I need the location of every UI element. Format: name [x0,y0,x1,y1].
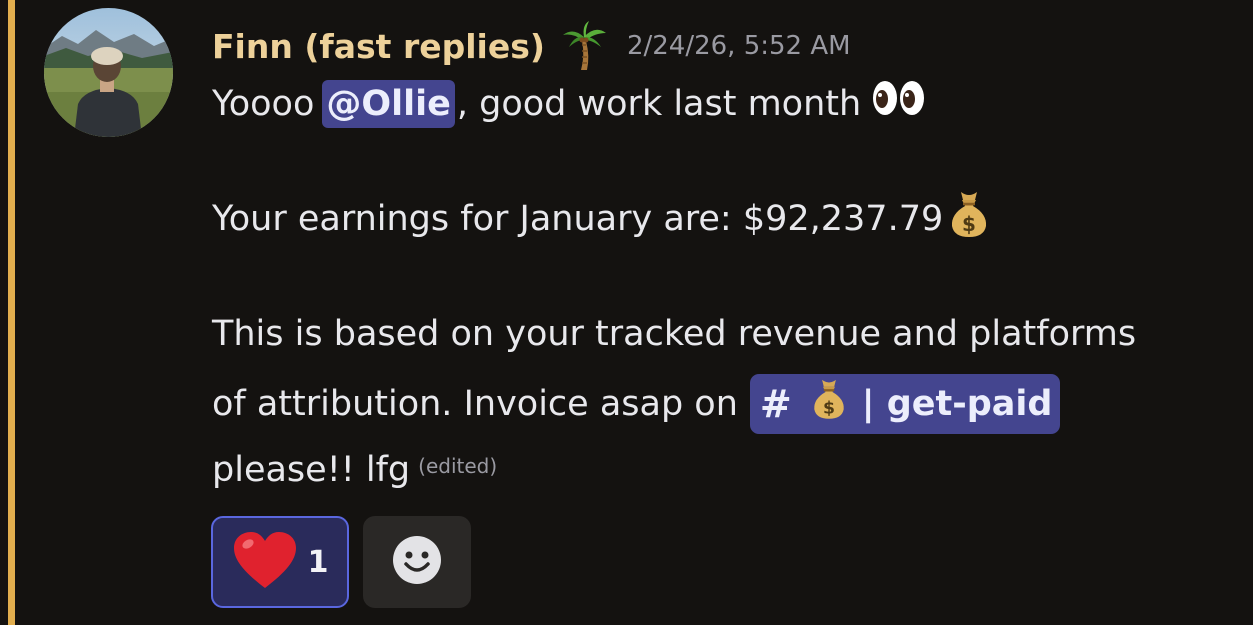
money-bag-icon: $ [810,376,848,433]
message-line: Yoooo @Ollie , good work last month [212,80,927,128]
message-timestamp[interactable]: 2/24/26, 5:52 AM [627,31,851,61]
svg-text:$: $ [962,212,976,236]
message-text: This is based on your tracked revenue an… [212,314,1137,354]
eyes-icon [871,78,927,131]
money-bag-icon: $ [947,188,991,251]
message-line: of attribution. Invoice asap on # $ | ge… [212,374,1061,434]
edited-label: (edited) [418,454,498,478]
message-text: Yoooo [212,84,315,124]
channel-name: | get-paid [861,384,1053,424]
chat-message: Finn (fast replies) 2/24/26, 5:52 AM Yoo… [0,0,1253,625]
message-header: Finn (fast replies) 2/24/26, 5:52 AM [212,18,851,74]
palm-tree-icon [561,21,607,71]
svg-text:$: $ [823,398,835,418]
mention-highlight-bar [8,0,15,625]
reactions-bar: 1 [211,516,471,608]
channel-hash: # [759,382,792,426]
reaction-count: 1 [307,544,329,580]
channel-mention[interactable]: # $ | get-paid [749,374,1061,434]
message-text: , good work last month [456,84,862,124]
message-text: Your earnings for January are: $92,237.7… [212,199,944,239]
avatar[interactable] [44,8,173,137]
reaction-heart[interactable]: 1 [211,516,349,608]
message-text: of attribution. Invoice asap on [212,384,738,424]
message-text: please!! lfg [212,450,411,490]
red-heart-icon [232,530,298,594]
add-reaction-button[interactable] [363,516,471,608]
user-mention[interactable]: @Ollie [322,80,455,128]
author-name[interactable]: Finn (fast replies) [212,27,545,66]
message-line: please!! lfg (edited) [212,446,497,494]
message-line: Your earnings for January are: $92,237.7… [212,191,991,243]
message-line: This is based on your tracked revenue an… [212,310,1136,358]
smiley-face-icon [392,535,442,589]
